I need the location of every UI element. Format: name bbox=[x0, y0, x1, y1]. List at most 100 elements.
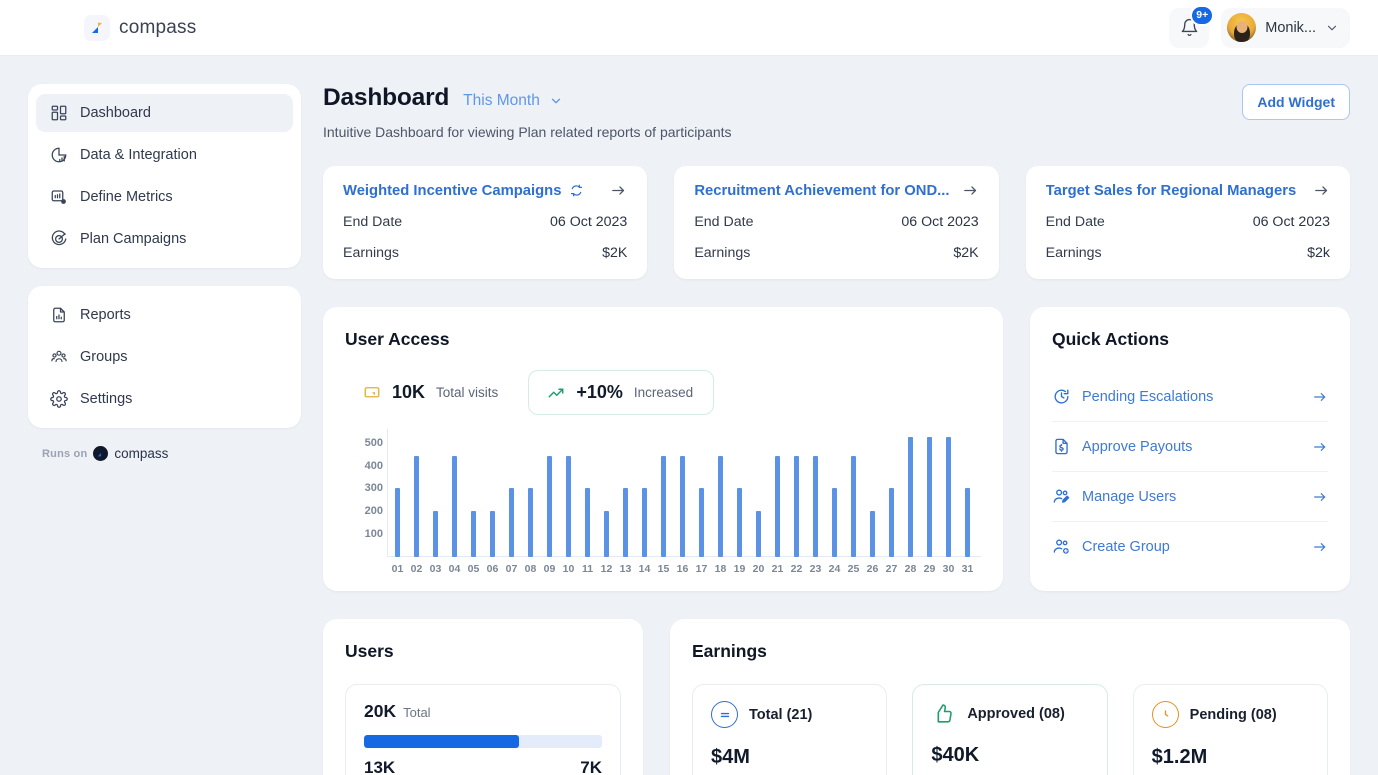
chart-y-tick: 100 bbox=[365, 528, 383, 540]
chart-bar bbox=[585, 488, 590, 557]
chart-bar-column bbox=[407, 429, 426, 557]
chart-bar-column bbox=[426, 429, 445, 557]
chart-bar-column bbox=[882, 429, 901, 557]
chart-x-tick: 18 bbox=[711, 563, 730, 575]
chart-y-tick: 500 bbox=[365, 437, 383, 449]
notifications-button[interactable]: 9+ bbox=[1169, 8, 1209, 48]
campaign-card[interactable]: Weighted Incentive Campaigns bbox=[323, 166, 647, 279]
add-widget-button[interactable]: Add Widget bbox=[1242, 84, 1350, 120]
sidebar-item-reports[interactable]: Reports bbox=[36, 296, 293, 334]
chart-bar-column bbox=[787, 429, 806, 557]
sidebar-item-groups[interactable]: Groups bbox=[36, 338, 293, 376]
chart-bar-column bbox=[559, 429, 578, 557]
chart-x-tick: 09 bbox=[540, 563, 559, 575]
quick-action-create-group[interactable]: Create Group bbox=[1052, 521, 1328, 571]
campaign-row-value: 06 Oct 2023 bbox=[1253, 214, 1330, 230]
chart-y-axis: 100200300400500 bbox=[345, 429, 383, 557]
user-menu-button[interactable]: Monik... bbox=[1221, 8, 1350, 48]
arrow-right-icon bbox=[1312, 389, 1328, 405]
clock-refresh-icon bbox=[1052, 387, 1071, 406]
stat-value: 10K bbox=[392, 382, 425, 403]
chart-x-tick: 06 bbox=[483, 563, 502, 575]
stat-caption: Total visits bbox=[436, 385, 498, 400]
arrow-right-icon[interactable] bbox=[610, 182, 627, 199]
chart-bar bbox=[756, 511, 761, 557]
chart-bar bbox=[851, 456, 856, 557]
chart-x-tick: 01 bbox=[388, 563, 407, 575]
campaign-row: End Date 06 Oct 2023 bbox=[694, 214, 978, 230]
sidebar-item-data-integration[interactable]: Data & Integration bbox=[36, 136, 293, 174]
earnings-card-header: Total (21) bbox=[711, 701, 868, 728]
brand-logo[interactable]: compass bbox=[84, 15, 196, 41]
quick-action-label: Manage Users bbox=[1082, 489, 1301, 505]
campaign-card-header: Recruitment Achievement for OND... bbox=[694, 182, 978, 199]
campaign-card-header: Weighted Incentive Campaigns bbox=[343, 182, 627, 199]
chart-x-tick: 16 bbox=[673, 563, 692, 575]
thumbs-up-icon bbox=[931, 701, 956, 726]
chart-bar bbox=[604, 511, 609, 557]
chart-bar-column bbox=[711, 429, 730, 557]
arrow-right-icon[interactable] bbox=[1313, 182, 1330, 199]
chevron-down-icon bbox=[1325, 21, 1339, 35]
sidebar-item-define-metrics[interactable]: Define Metrics bbox=[36, 178, 293, 216]
quick-action-approve-payouts[interactable]: Approve Payouts bbox=[1052, 421, 1328, 471]
campaign-row-key: Earnings bbox=[694, 245, 750, 261]
arrow-right-icon[interactable] bbox=[962, 182, 979, 199]
chart-bar-column bbox=[673, 429, 692, 557]
chart-x-tick: 13 bbox=[616, 563, 635, 575]
sidebar: Dashboard Data & Integration Define bbox=[28, 84, 301, 775]
user-access-panel: User Access 10K Total visits bbox=[323, 307, 1003, 591]
topbar-actions: 9+ Monik... bbox=[1169, 8, 1350, 48]
quick-actions-panel: Quick Actions Pending Escalations bbox=[1030, 307, 1350, 591]
campaign-row: End Date 06 Oct 2023 bbox=[343, 214, 627, 230]
chart-x-tick: 04 bbox=[445, 563, 464, 575]
chart-bar bbox=[395, 488, 400, 557]
campaign-card[interactable]: Recruitment Achievement for OND... End D… bbox=[674, 166, 998, 279]
users-total-card: 20K Total 13K 7K bbox=[345, 684, 621, 775]
chart-bar-column bbox=[920, 429, 939, 557]
sidebar-item-label: Data & Integration bbox=[80, 147, 197, 163]
pie-chart-icon bbox=[50, 146, 68, 164]
campaign-title-wrap: Weighted Incentive Campaigns bbox=[343, 183, 584, 199]
users-total-caption: Total bbox=[403, 705, 430, 720]
chart-x-tick: 05 bbox=[464, 563, 483, 575]
refresh-sync-icon[interactable] bbox=[569, 183, 584, 198]
chart-x-tick: 26 bbox=[863, 563, 882, 575]
chart-bar bbox=[927, 437, 932, 557]
chart-y-tick: 200 bbox=[365, 505, 383, 517]
quick-action-manage-users[interactable]: Manage Users bbox=[1052, 471, 1328, 521]
campaign-card[interactable]: Target Sales for Regional Managers End D… bbox=[1026, 166, 1350, 279]
chart-bar-column bbox=[939, 429, 958, 557]
campaign-row: Earnings $2k bbox=[1046, 245, 1330, 261]
earnings-panel: Earnings Total (21) $4M bbox=[670, 619, 1350, 775]
sidebar-item-plan-campaigns[interactable]: Plan Campaigns bbox=[36, 220, 293, 258]
quick-actions-list: Pending Escalations bbox=[1052, 372, 1328, 571]
chart-x-tick: 22 bbox=[787, 563, 806, 575]
quick-action-pending-escalations[interactable]: Pending Escalations bbox=[1052, 372, 1328, 421]
chart-bar-column bbox=[464, 429, 483, 557]
chart-bar bbox=[832, 488, 837, 557]
period-selector[interactable]: This Month bbox=[463, 92, 563, 110]
campaign-title-wrap: Recruitment Achievement for OND... bbox=[694, 183, 949, 199]
chart-bar-column bbox=[749, 429, 768, 557]
users-progress-right-label: 7K bbox=[580, 758, 602, 775]
quick-action-label: Approve Payouts bbox=[1082, 439, 1301, 455]
earnings-card-label: Total (21) bbox=[749, 707, 812, 723]
stat-caption: Increased bbox=[634, 385, 693, 400]
chart-bar bbox=[965, 488, 970, 557]
chart-x-tick: 29 bbox=[920, 563, 939, 575]
trend-up-icon bbox=[547, 384, 565, 402]
chart-x-tick: 08 bbox=[521, 563, 540, 575]
campaign-row-value: $2K bbox=[602, 245, 627, 261]
users-progress-left-label: 13K bbox=[364, 758, 395, 775]
sidebar-item-settings[interactable]: Settings bbox=[36, 380, 293, 418]
chart-x-axis: 0102030405060708091011121314151617181920… bbox=[388, 559, 977, 579]
chart-x-tick: 28 bbox=[901, 563, 920, 575]
earnings-card-value: $4M bbox=[711, 746, 868, 769]
chart-bar bbox=[642, 488, 647, 557]
chart-x-tick: 25 bbox=[844, 563, 863, 575]
sidebar-secondary-group: Reports Groups Settings bbox=[28, 286, 301, 428]
users-total-value: 20K bbox=[364, 701, 396, 722]
chart-bars bbox=[388, 429, 977, 557]
sidebar-item-dashboard[interactable]: Dashboard bbox=[36, 94, 293, 132]
